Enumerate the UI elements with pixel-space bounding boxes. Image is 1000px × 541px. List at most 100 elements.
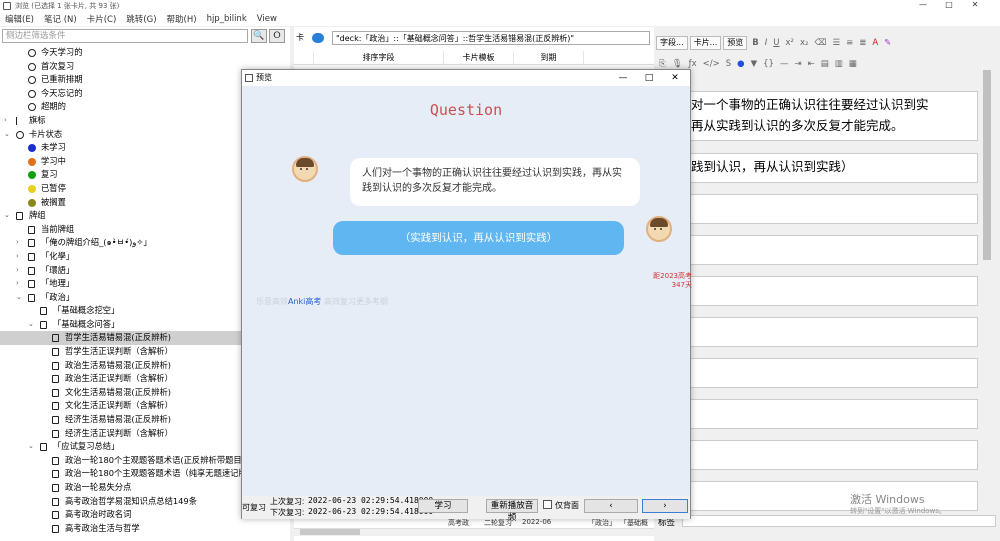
last-review-label: 上次复习: (270, 497, 305, 506)
sidebar-item[interactable]: 高考政治生活与哲学 (0, 522, 290, 536)
preview-button[interactable]: 预览 (723, 36, 748, 50)
note-field[interactable] (686, 440, 978, 470)
subscript-icon[interactable]: x₂ (800, 38, 808, 48)
anki-link[interactable]: Anki高考 (288, 296, 321, 307)
strike-icon[interactable]: S (726, 59, 731, 69)
sidebar-item-label: 「俺の牌组介绍_(๑•̀ㅂ•́)و✧」 (41, 237, 152, 248)
maximize-button[interactable]: □ (936, 0, 962, 9)
menu-item-0[interactable]: 编辑(E) (5, 13, 34, 25)
col-due[interactable]: 到期 (514, 51, 584, 64)
chevron-down-icon[interactable]: ⌄ (4, 128, 10, 142)
search-query-input[interactable]: "deck:「政治」::「基础概念问答」::哲学生活易错易混(正反辨析)" (332, 31, 650, 45)
flag-icon (16, 116, 24, 125)
chevron-right-icon[interactable]: › (16, 277, 19, 291)
justify-center-icon[interactable]: ▥ (835, 59, 843, 69)
deck-icon (52, 484, 59, 492)
sidebar-search-input[interactable]: 侧边栏筛选条件 (2, 29, 248, 43)
chevron-right-icon[interactable]: › (16, 250, 19, 264)
chevron-down-icon[interactable]: ⌄ (16, 291, 22, 305)
menu-item-5[interactable]: hjp_bilink (207, 14, 247, 24)
cloze-icon[interactable]: {} (763, 59, 774, 69)
align-icon[interactable]: ≣ (859, 38, 866, 48)
highlight-icon[interactable]: ✎ (884, 38, 891, 48)
preview-dialog: 预览 — □ ✕ Question 人们对一个事物的正确认识往往要经过认识到实践… (241, 69, 692, 523)
minimize-button[interactable]: — (910, 0, 936, 9)
chevron-down-icon[interactable]: ⌄ (4, 209, 10, 223)
note-field[interactable] (686, 194, 978, 224)
chevron-right-icon[interactable]: › (16, 264, 19, 278)
justify-left-icon[interactable]: ▤ (821, 59, 829, 69)
note-field[interactable] (686, 399, 978, 429)
next-card-button[interactable]: › (642, 499, 688, 513)
editor-scroll-thumb[interactable] (983, 70, 991, 260)
mic-icon[interactable]: 🎙 (672, 59, 683, 69)
menu-item-1[interactable]: 笔记 (N) (44, 13, 77, 25)
sidebar-item-label: 政治一轮180个主观题答题术语(正反辨析带题目) (65, 454, 245, 465)
indent-icon[interactable]: ⇥ (794, 59, 801, 69)
study-button[interactable]: 学习 (418, 499, 468, 513)
note-field[interactable]: 对一个事物的正确认识往往要经过认识到实 再从实践到认识的多次反复才能完成。 (686, 91, 978, 141)
select-icon[interactable]: ⭘ (269, 29, 285, 43)
color-dot-icon[interactable]: ● (737, 59, 744, 69)
sidebar-item-label: 已重新排期 (41, 74, 83, 85)
text-color-icon[interactable]: A (872, 38, 878, 48)
magnifier-icon[interactable]: 🔍 (251, 29, 267, 43)
chevron-right-icon[interactable]: › (16, 236, 19, 250)
note-field[interactable]: 践到认识，再从认识到实践） (686, 153, 978, 183)
sidebar-item-label: 文化生活易错易混(正反辨析) (65, 386, 172, 397)
underline-icon[interactable]: U (773, 38, 779, 48)
sidebar-item-label: 哲学生活正误判断（含解析） (65, 346, 173, 357)
note-field[interactable] (686, 235, 978, 265)
sidebar-item-label: 政治生活易错易混(正反辨析) (65, 359, 172, 370)
card-note-toggle[interactable] (312, 33, 324, 43)
deck-icon (52, 497, 59, 506)
table-row[interactable]: 高考政 二轮复习 2022-06 「政治」 「基础概 (294, 518, 654, 528)
chevron-down-icon[interactable]: ⌄ (28, 318, 34, 332)
note-field[interactable] (686, 317, 978, 347)
close-button[interactable]: ✕ (962, 0, 988, 9)
chevron-right-icon[interactable]: › (4, 114, 7, 128)
superscript-icon[interactable]: x² (786, 38, 794, 48)
preview-minimize-button[interactable]: — (610, 70, 636, 86)
sidebar-item-label: 牌组 (29, 210, 46, 221)
fields-button[interactable]: 字段... (656, 36, 688, 50)
cell-deck: 「政治」 (588, 519, 616, 527)
sidebar-item[interactable]: 今天学习的 (0, 46, 290, 60)
col-sort-field[interactable]: 排序字段 (314, 51, 444, 64)
horizontal-scroll-thumb[interactable] (300, 529, 360, 535)
justify-right-icon[interactable]: ▦ (849, 59, 857, 69)
attach-icon[interactable]: ⎘ (659, 59, 666, 69)
eraser-icon[interactable]: ⌫ (814, 38, 826, 48)
bold-icon[interactable]: B (752, 38, 758, 48)
menu-item-2[interactable]: 卡片(C) (87, 13, 117, 25)
formula-icon[interactable]: ƒx (689, 59, 697, 69)
chevron-down-icon[interactable]: ⌄ (28, 440, 34, 454)
outdent-icon[interactable]: ⇤ (808, 59, 815, 69)
deck-icon (52, 334, 59, 343)
tag-input[interactable] (682, 515, 996, 527)
italic-icon[interactable]: I (765, 38, 768, 48)
col-card-template[interactable]: 卡片模板 (444, 51, 514, 64)
back-only-checkbox[interactable] (543, 500, 552, 509)
deck-icon (28, 293, 35, 302)
note-field[interactable] (686, 358, 978, 388)
preview-maximize-button[interactable]: □ (636, 70, 662, 86)
html-icon[interactable]: </> (703, 59, 720, 69)
sidebar-item-label: 「化學」 (41, 250, 75, 261)
avatar-right (646, 216, 672, 242)
triangle-icon[interactable]: ▼ (751, 59, 758, 69)
replay-audio-button[interactable]: 重新播放音频 (486, 499, 538, 523)
note-field[interactable] (686, 276, 978, 306)
prev-card-button[interactable]: ‹ (584, 499, 638, 513)
deck-icon (52, 524, 59, 533)
menu-item-3[interactable]: 跳转(G) (126, 13, 156, 25)
sidebar-item-label: 高考政治哲学易混知识点总结149条 (65, 495, 197, 506)
numbered-list-icon[interactable]: ≡ (846, 38, 853, 48)
sidebar-item-label: 已暂停 (41, 182, 66, 193)
preview-close-button[interactable]: ✕ (662, 70, 688, 86)
menu-item-6[interactable]: View (257, 14, 277, 24)
menu-item-4[interactable]: 帮助(H) (167, 13, 197, 25)
list-icon[interactable]: ☰ (832, 38, 840, 48)
hr-icon[interactable]: — (780, 59, 789, 69)
cards-button[interactable]: 卡片... (689, 36, 722, 50)
